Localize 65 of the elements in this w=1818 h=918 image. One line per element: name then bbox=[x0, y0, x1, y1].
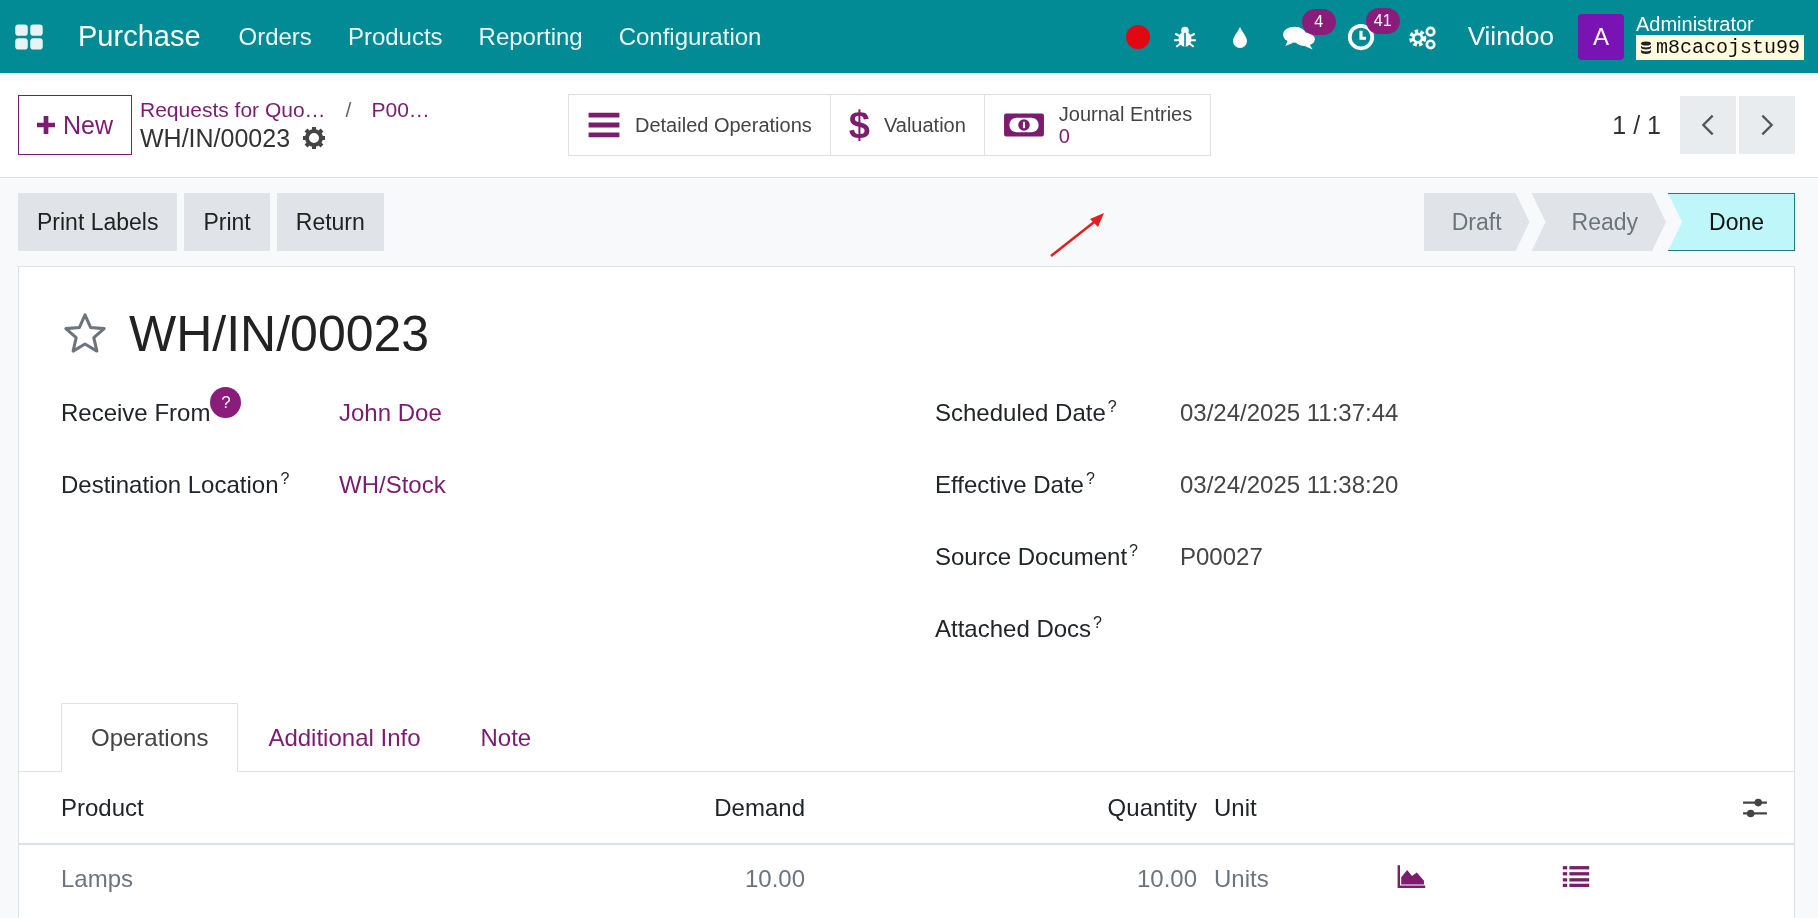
database-name: m8cacojstu99 bbox=[1635, 35, 1804, 60]
field-value: P00027 bbox=[1180, 543, 1263, 571]
field-label: Effective Date bbox=[935, 471, 1084, 499]
column-header[interactable]: Demand bbox=[443, 793, 805, 822]
breadcrumb-link[interactable]: Requests for Quo… bbox=[140, 97, 326, 122]
status-stage[interactable]: Draft bbox=[1423, 193, 1530, 251]
action-button[interactable]: Print Labels bbox=[18, 193, 178, 251]
table-cell-text: 10.00 bbox=[1135, 865, 1197, 893]
menu-item[interactable]: Configuration bbox=[618, 22, 762, 51]
app-name[interactable]: Purchase bbox=[78, 20, 201, 53]
table-cell-text: Units bbox=[1213, 865, 1270, 893]
record-title: WH/IN/00023 bbox=[129, 305, 430, 363]
plus-icon bbox=[37, 116, 55, 134]
column-header[interactable]: Quantity bbox=[805, 793, 1197, 822]
dollar-icon: $ bbox=[848, 103, 870, 147]
table-cell-text: Lamps bbox=[61, 865, 135, 893]
menu-item[interactable]: Reporting bbox=[478, 22, 583, 51]
annotation-arrow bbox=[1050, 213, 1104, 257]
field-label: Source Document bbox=[935, 543, 1128, 571]
record-name: WH/IN/00023 bbox=[140, 123, 291, 153]
notification-count: 4 bbox=[1301, 8, 1336, 35]
breadcrumb-separator: / bbox=[345, 97, 352, 122]
field-label: Receive From bbox=[61, 399, 211, 427]
notification-count: 41 bbox=[1365, 7, 1400, 34]
notebook-tab[interactable]: Operations bbox=[61, 703, 239, 772]
database-icon bbox=[1639, 40, 1652, 55]
field-value: 03/24/2025 11:38:20 bbox=[1180, 471, 1399, 499]
menu-item[interactable]: Products bbox=[347, 22, 443, 51]
help-tooltip-icon[interactable]: ? bbox=[1129, 543, 1138, 559]
status-stage[interactable]: Ready bbox=[1531, 193, 1666, 251]
help-tooltip-icon[interactable]: ? bbox=[1107, 399, 1117, 415]
field-value: 03/24/2025 11:37:44 bbox=[1180, 399, 1399, 427]
list-icon[interactable] bbox=[1562, 865, 1590, 887]
field-label: Destination Location bbox=[61, 471, 279, 499]
chevron-left-icon bbox=[1701, 113, 1715, 137]
banknote-icon bbox=[1002, 112, 1045, 138]
company-name[interactable]: Viindoo bbox=[1467, 21, 1554, 52]
help-tooltip-icon[interactable]: ? bbox=[280, 471, 290, 487]
table-cell-text: 10.00 bbox=[743, 865, 805, 893]
breadcrumb-link[interactable]: P00… bbox=[371, 97, 430, 122]
help-tooltip-icon[interactable]: ? bbox=[1085, 471, 1095, 487]
user-avatar[interactable]: A bbox=[1577, 13, 1624, 60]
pager-counter[interactable]: 1 / 1 bbox=[1612, 110, 1661, 140]
field-value[interactable]: John Doe bbox=[339, 399, 442, 427]
notebook-tab[interactable]: Additional Info bbox=[238, 703, 451, 772]
list-icon bbox=[587, 111, 621, 139]
user-name[interactable]: Administrator bbox=[1635, 13, 1804, 35]
column-header[interactable]: Unit bbox=[1197, 793, 1397, 822]
clock-icon[interactable] bbox=[1345, 21, 1376, 52]
gear-icon[interactable] bbox=[302, 126, 327, 150]
help-tooltip-icon[interactable]: ? bbox=[1093, 615, 1102, 631]
column-header[interactable]: Product bbox=[61, 793, 443, 822]
recording-dot-icon[interactable] bbox=[1125, 24, 1150, 49]
action-button[interactable]: Print bbox=[184, 193, 270, 251]
field-label: Scheduled Date bbox=[935, 399, 1106, 427]
new-button[interactable]: New bbox=[18, 95, 132, 155]
menu-item[interactable]: Orders bbox=[238, 22, 312, 51]
chevron-right-icon bbox=[1760, 113, 1774, 137]
status-stage[interactable]: Done bbox=[1668, 193, 1795, 251]
field-value[interactable]: WH/Stock bbox=[339, 471, 446, 499]
help-tooltip-icon[interactable]: ? bbox=[210, 387, 242, 418]
field-label: Attached Docs bbox=[935, 615, 1092, 643]
action-button[interactable]: Return bbox=[276, 193, 384, 251]
area-chart-icon[interactable] bbox=[1397, 864, 1427, 888]
notebook-tab[interactable]: Note bbox=[450, 703, 562, 772]
